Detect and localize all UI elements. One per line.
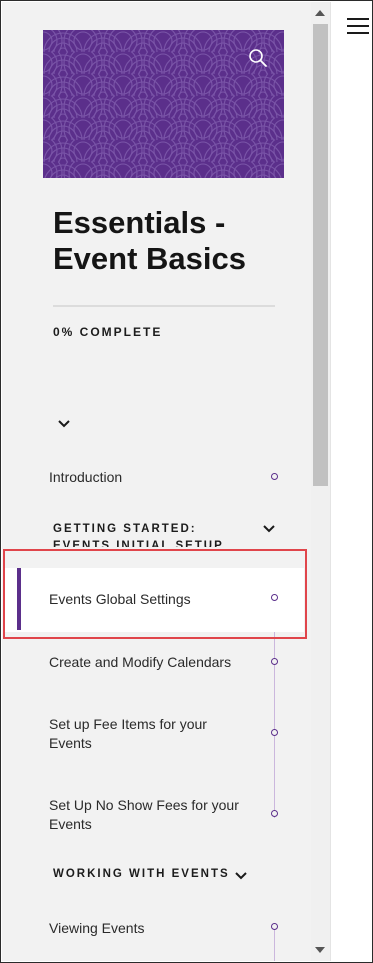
- course-sidebar: Essentials - Event Basics 0% COMPLETE In…: [2, 2, 311, 961]
- chevron-down-icon[interactable]: [235, 871, 247, 881]
- scroll-up-arrow-icon[interactable]: [315, 10, 325, 16]
- course-banner: [43, 30, 284, 178]
- lesson-status-dot: [271, 810, 278, 817]
- lesson-viewing-events[interactable]: Viewing Events: [49, 919, 259, 938]
- lesson-introduction[interactable]: Introduction: [49, 468, 259, 487]
- app-window: Essentials - Event Basics 0% COMPLETE In…: [0, 0, 373, 963]
- chevron-down-icon[interactable]: [57, 417, 71, 431]
- scroll-down-arrow-icon[interactable]: [315, 947, 325, 953]
- lesson-status-dot: [271, 923, 278, 930]
- highlight-annotation: [3, 549, 307, 639]
- course-title-line2: Event Basics: [53, 241, 246, 276]
- lesson-create-modify-calendars[interactable]: Create and Modify Calendars: [49, 653, 269, 672]
- title-divider: [53, 305, 275, 307]
- course-title-line1: Essentials -: [53, 205, 226, 240]
- lesson-no-show-fees[interactable]: Set Up No Show Fees for your Events: [49, 796, 264, 834]
- menu-bar: [347, 32, 369, 34]
- course-title: Essentials - Event Basics: [53, 205, 293, 277]
- hamburger-menu-icon[interactable]: [347, 18, 371, 38]
- section-working-with-events[interactable]: WORKING WITH EVENTS: [53, 868, 230, 880]
- chevron-down-icon[interactable]: [263, 524, 275, 534]
- menu-bar: [347, 25, 369, 27]
- menu-bar: [347, 18, 369, 20]
- progress-connector-line: [274, 928, 275, 961]
- lesson-fee-items[interactable]: Set up Fee Items for your Events: [49, 715, 234, 753]
- lesson-status-dot: [271, 729, 278, 736]
- lesson-status-dot: [271, 473, 278, 480]
- lesson-status-dot: [271, 658, 278, 665]
- scrollbar-thumb[interactable]: [313, 24, 328, 486]
- search-icon[interactable]: [248, 48, 268, 68]
- section-getting-started[interactable]: GETTING STARTED: EVENTS INITIAL SETUP: [53, 521, 258, 547]
- panel-divider: [330, 2, 331, 961]
- progress-label: 0% COMPLETE: [53, 325, 163, 339]
- sidebar-scrollbar[interactable]: [311, 2, 330, 961]
